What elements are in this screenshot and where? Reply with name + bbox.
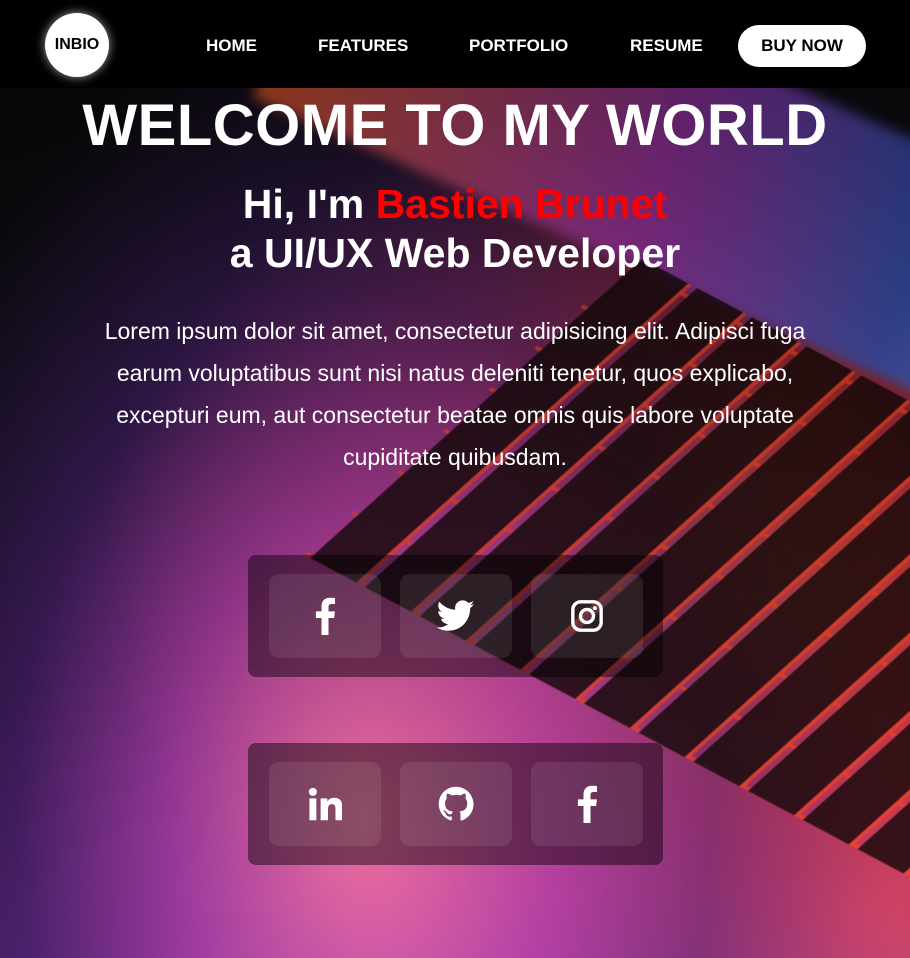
facebook-icon [577,785,597,823]
facebook-button-2[interactable] [531,762,643,846]
hero-title: WELCOME TO MY WORLD [82,93,828,158]
twitter-icon [437,600,475,631]
github-button[interactable] [400,762,512,846]
nav-features[interactable]: FEATURES [318,36,408,56]
facebook-button[interactable] [269,574,381,658]
linkedin-icon [308,787,342,821]
site-header: INBIO HOME FEATURES PORTFOLIO RESUME BUY… [0,0,910,88]
instagram-icon [571,600,603,632]
buy-now-button[interactable]: BUY NOW [738,25,866,67]
instagram-button[interactable] [531,574,643,658]
greeting-prefix: Hi, I'm [242,181,376,227]
nav-home[interactable]: HOME [206,36,257,56]
hero-description: Lorem ipsum dolor sit amet, consectetur … [104,318,806,470]
twitter-button[interactable] [400,574,512,658]
hero-subtitle: Hi, I'm Bastien Brunet a UI/UX Web Devel… [0,180,910,278]
nav-portfolio[interactable]: PORTFOLIO [469,36,568,56]
developer-role: a UI/UX Web Developer [229,230,681,276]
github-icon [438,786,474,821]
social-links-row-1 [248,555,663,677]
social-links-row-2 [248,743,663,865]
linkedin-button[interactable] [269,762,381,846]
logo[interactable]: INBIO [45,13,109,77]
facebook-icon [315,597,335,635]
developer-name: Bastien Brunet [375,181,668,227]
nav-resume[interactable]: RESUME [630,36,703,56]
